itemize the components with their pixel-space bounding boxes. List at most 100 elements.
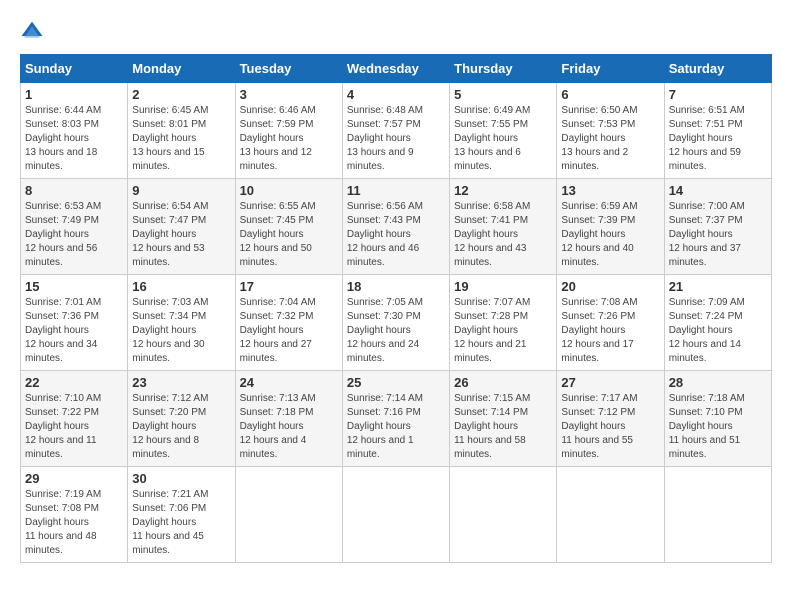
day-number: 6 [561, 87, 659, 102]
calendar-cell [342, 467, 449, 563]
calendar-cell: 4 Sunrise: 6:48 AM Sunset: 7:57 PM Dayli… [342, 83, 449, 179]
calendar-cell: 10 Sunrise: 6:55 AM Sunset: 7:45 PM Dayl… [235, 179, 342, 275]
day-number: 3 [240, 87, 338, 102]
calendar-cell: 23 Sunrise: 7:12 AM Sunset: 7:20 PM Dayl… [128, 371, 235, 467]
calendar-cell: 11 Sunrise: 6:56 AM Sunset: 7:43 PM Dayl… [342, 179, 449, 275]
calendar-cell: 24 Sunrise: 7:13 AM Sunset: 7:18 PM Dayl… [235, 371, 342, 467]
weekday-header-monday: Monday [128, 55, 235, 83]
logo-icon [20, 20, 44, 44]
day-number: 13 [561, 183, 659, 198]
day-info: Sunrise: 7:07 AM Sunset: 7:28 PM Dayligh… [454, 296, 552, 366]
day-info: Sunrise: 6:45 AM Sunset: 8:01 PM Dayligh… [132, 104, 230, 174]
day-info: Sunrise: 7:12 AM Sunset: 7:20 PM Dayligh… [132, 392, 230, 462]
day-number: 11 [347, 183, 445, 198]
calendar-cell: 18 Sunrise: 7:05 AM Sunset: 7:30 PM Dayl… [342, 275, 449, 371]
calendar-cell [450, 467, 557, 563]
calendar-cell: 16 Sunrise: 7:03 AM Sunset: 7:34 PM Dayl… [128, 275, 235, 371]
calendar-cell: 26 Sunrise: 7:15 AM Sunset: 7:14 PM Dayl… [450, 371, 557, 467]
day-info: Sunrise: 6:55 AM Sunset: 7:45 PM Dayligh… [240, 200, 338, 270]
day-number: 19 [454, 279, 552, 294]
day-info: Sunrise: 7:05 AM Sunset: 7:30 PM Dayligh… [347, 296, 445, 366]
calendar-cell: 25 Sunrise: 7:14 AM Sunset: 7:16 PM Dayl… [342, 371, 449, 467]
header [20, 20, 772, 44]
logo [20, 20, 48, 44]
day-info: Sunrise: 7:15 AM Sunset: 7:14 PM Dayligh… [454, 392, 552, 462]
calendar-cell [557, 467, 664, 563]
day-number: 22 [25, 375, 123, 390]
day-info: Sunrise: 7:21 AM Sunset: 7:06 PM Dayligh… [132, 488, 230, 558]
day-number: 12 [454, 183, 552, 198]
day-number: 20 [561, 279, 659, 294]
weekday-header-wednesday: Wednesday [342, 55, 449, 83]
calendar-cell: 12 Sunrise: 6:58 AM Sunset: 7:41 PM Dayl… [450, 179, 557, 275]
weekday-header-tuesday: Tuesday [235, 55, 342, 83]
calendar-cell [664, 467, 771, 563]
calendar-cell: 28 Sunrise: 7:18 AM Sunset: 7:10 PM Dayl… [664, 371, 771, 467]
calendar-cell: 3 Sunrise: 6:46 AM Sunset: 7:59 PM Dayli… [235, 83, 342, 179]
calendar-cell: 29 Sunrise: 7:19 AM Sunset: 7:08 PM Dayl… [21, 467, 128, 563]
day-info: Sunrise: 6:59 AM Sunset: 7:39 PM Dayligh… [561, 200, 659, 270]
day-info: Sunrise: 6:58 AM Sunset: 7:41 PM Dayligh… [454, 200, 552, 270]
day-info: Sunrise: 6:46 AM Sunset: 7:59 PM Dayligh… [240, 104, 338, 174]
day-info: Sunrise: 7:10 AM Sunset: 7:22 PM Dayligh… [25, 392, 123, 462]
calendar-cell: 13 Sunrise: 6:59 AM Sunset: 7:39 PM Dayl… [557, 179, 664, 275]
calendar-cell: 20 Sunrise: 7:08 AM Sunset: 7:26 PM Dayl… [557, 275, 664, 371]
day-number: 1 [25, 87, 123, 102]
weekday-header-thursday: Thursday [450, 55, 557, 83]
day-number: 18 [347, 279, 445, 294]
calendar-cell: 27 Sunrise: 7:17 AM Sunset: 7:12 PM Dayl… [557, 371, 664, 467]
week-row-2: 8 Sunrise: 6:53 AM Sunset: 7:49 PM Dayli… [21, 179, 772, 275]
day-info: Sunrise: 6:50 AM Sunset: 7:53 PM Dayligh… [561, 104, 659, 174]
calendar-cell: 2 Sunrise: 6:45 AM Sunset: 8:01 PM Dayli… [128, 83, 235, 179]
day-number: 15 [25, 279, 123, 294]
day-info: Sunrise: 7:17 AM Sunset: 7:12 PM Dayligh… [561, 392, 659, 462]
day-info: Sunrise: 7:01 AM Sunset: 7:36 PM Dayligh… [25, 296, 123, 366]
day-info: Sunrise: 6:48 AM Sunset: 7:57 PM Dayligh… [347, 104, 445, 174]
day-info: Sunrise: 7:09 AM Sunset: 7:24 PM Dayligh… [669, 296, 767, 366]
day-number: 10 [240, 183, 338, 198]
day-info: Sunrise: 6:44 AM Sunset: 8:03 PM Dayligh… [25, 104, 123, 174]
week-row-3: 15 Sunrise: 7:01 AM Sunset: 7:36 PM Dayl… [21, 275, 772, 371]
weekday-header-saturday: Saturday [664, 55, 771, 83]
calendar-cell: 15 Sunrise: 7:01 AM Sunset: 7:36 PM Dayl… [21, 275, 128, 371]
day-info: Sunrise: 7:14 AM Sunset: 7:16 PM Dayligh… [347, 392, 445, 462]
day-number: 4 [347, 87, 445, 102]
calendar-cell: 22 Sunrise: 7:10 AM Sunset: 7:22 PM Dayl… [21, 371, 128, 467]
calendar-table: SundayMondayTuesdayWednesdayThursdayFrid… [20, 54, 772, 563]
week-row-4: 22 Sunrise: 7:10 AM Sunset: 7:22 PM Dayl… [21, 371, 772, 467]
day-number: 7 [669, 87, 767, 102]
day-number: 8 [25, 183, 123, 198]
day-info: Sunrise: 7:13 AM Sunset: 7:18 PM Dayligh… [240, 392, 338, 462]
day-number: 28 [669, 375, 767, 390]
calendar-cell: 9 Sunrise: 6:54 AM Sunset: 7:47 PM Dayli… [128, 179, 235, 275]
day-info: Sunrise: 7:08 AM Sunset: 7:26 PM Dayligh… [561, 296, 659, 366]
calendar-cell: 6 Sunrise: 6:50 AM Sunset: 7:53 PM Dayli… [557, 83, 664, 179]
weekday-header-friday: Friday [557, 55, 664, 83]
day-number: 30 [132, 471, 230, 486]
calendar-cell: 17 Sunrise: 7:04 AM Sunset: 7:32 PM Dayl… [235, 275, 342, 371]
day-number: 5 [454, 87, 552, 102]
calendar-cell: 14 Sunrise: 7:00 AM Sunset: 7:37 PM Dayl… [664, 179, 771, 275]
calendar-cell: 7 Sunrise: 6:51 AM Sunset: 7:51 PM Dayli… [664, 83, 771, 179]
calendar-cell: 21 Sunrise: 7:09 AM Sunset: 7:24 PM Dayl… [664, 275, 771, 371]
day-info: Sunrise: 7:03 AM Sunset: 7:34 PM Dayligh… [132, 296, 230, 366]
day-number: 16 [132, 279, 230, 294]
day-info: Sunrise: 6:49 AM Sunset: 7:55 PM Dayligh… [454, 104, 552, 174]
weekday-header-sunday: Sunday [21, 55, 128, 83]
day-number: 9 [132, 183, 230, 198]
day-info: Sunrise: 7:00 AM Sunset: 7:37 PM Dayligh… [669, 200, 767, 270]
day-number: 21 [669, 279, 767, 294]
calendar-cell: 5 Sunrise: 6:49 AM Sunset: 7:55 PM Dayli… [450, 83, 557, 179]
week-row-1: 1 Sunrise: 6:44 AM Sunset: 8:03 PM Dayli… [21, 83, 772, 179]
day-info: Sunrise: 6:54 AM Sunset: 7:47 PM Dayligh… [132, 200, 230, 270]
day-number: 24 [240, 375, 338, 390]
day-number: 25 [347, 375, 445, 390]
calendar-cell: 19 Sunrise: 7:07 AM Sunset: 7:28 PM Dayl… [450, 275, 557, 371]
day-number: 23 [132, 375, 230, 390]
calendar-cell: 8 Sunrise: 6:53 AM Sunset: 7:49 PM Dayli… [21, 179, 128, 275]
weekday-header-row: SundayMondayTuesdayWednesdayThursdayFrid… [21, 55, 772, 83]
day-info: Sunrise: 6:53 AM Sunset: 7:49 PM Dayligh… [25, 200, 123, 270]
calendar-cell [235, 467, 342, 563]
day-number: 27 [561, 375, 659, 390]
day-info: Sunrise: 7:04 AM Sunset: 7:32 PM Dayligh… [240, 296, 338, 366]
